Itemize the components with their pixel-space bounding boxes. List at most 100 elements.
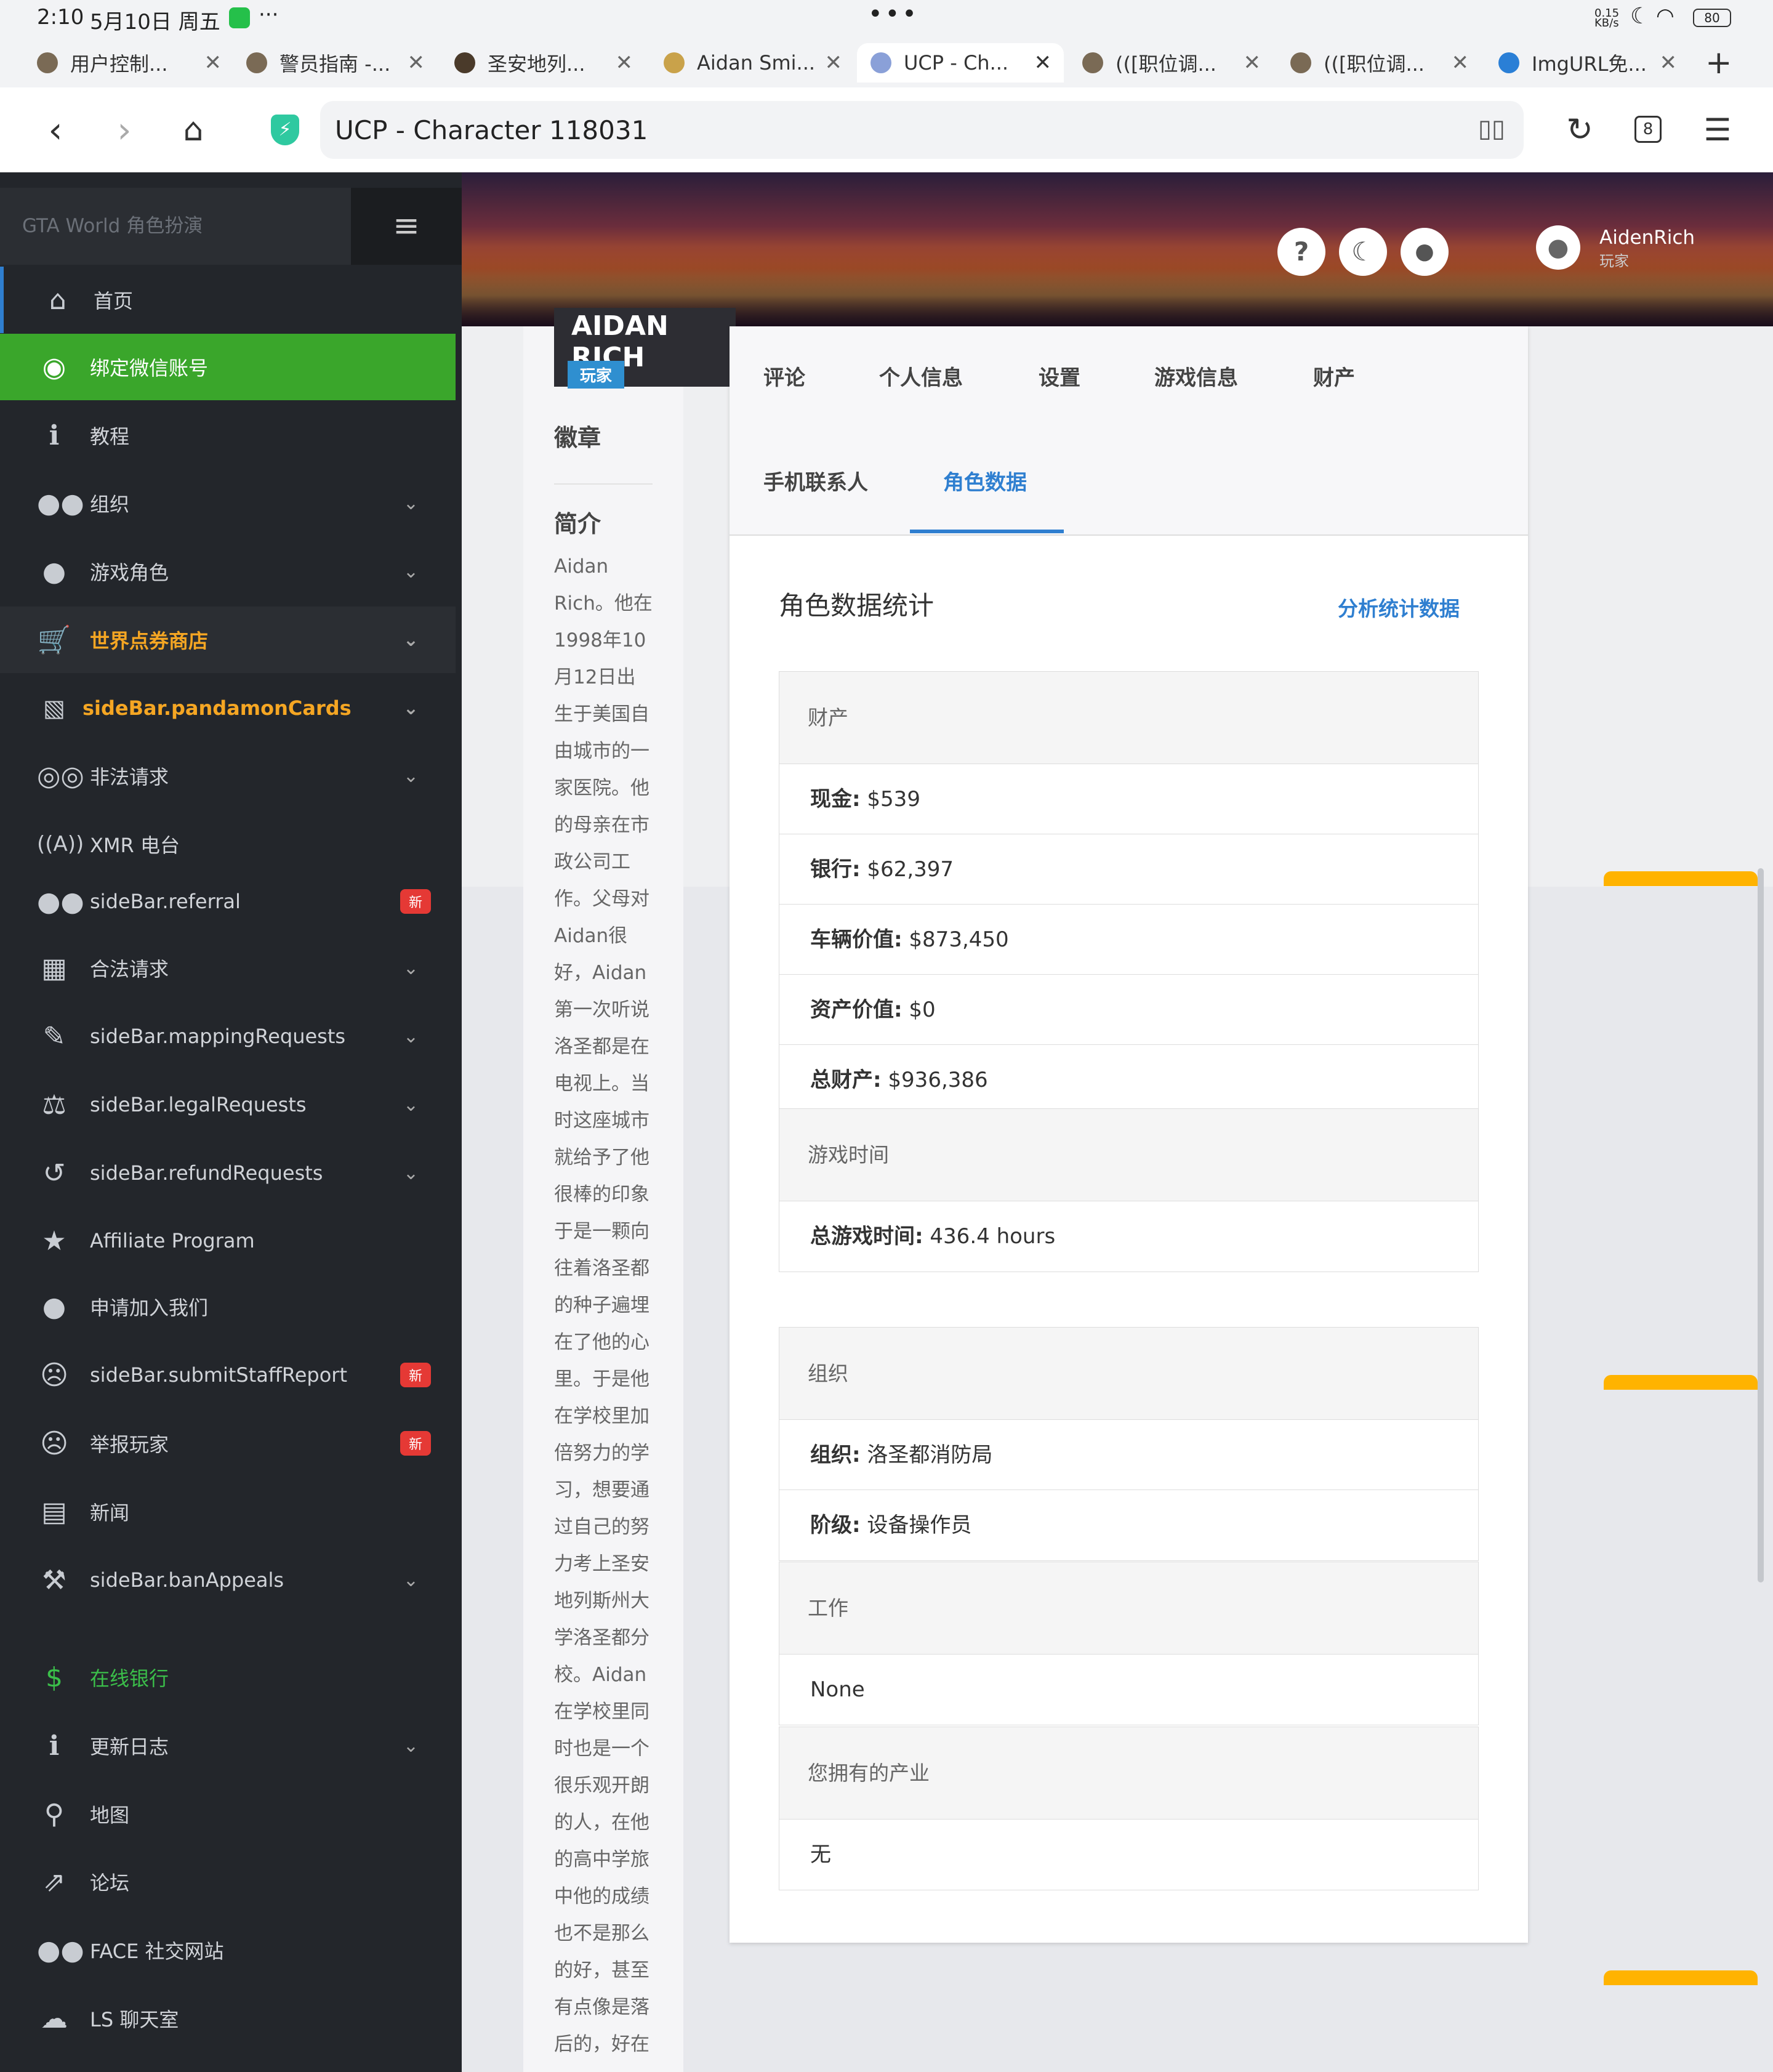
browser-tab[interactable]: 警员指南 -... ✕	[246, 43, 425, 83]
sidebar-item-report-player[interactable]: ☹ 举报玩家新	[0, 1410, 456, 1477]
sidebar-item-affiliate[interactable]: ★ Affiliate Program	[0, 1207, 456, 1274]
rank-row: 阶级: 设备操作员	[810, 1513, 972, 1538]
mask-icon: ◎◎	[37, 760, 84, 792]
close-tab-icon[interactable]: ✕	[408, 50, 425, 75]
hamburger-menu-icon[interactable]: ≡	[351, 188, 462, 265]
reader-mode-icon[interactable]: ▯▯	[1478, 115, 1505, 143]
menu-icon[interactable]: ☰	[1693, 110, 1742, 150]
brand-title[interactable]: GTA World 角色扮演	[0, 188, 351, 265]
site-favicon-icon	[246, 52, 267, 73]
close-tab-icon[interactable]: ✕	[616, 50, 633, 75]
bio-line: 很乐观开朗	[554, 1775, 649, 1797]
close-tab-icon[interactable]: ✕	[1452, 50, 1469, 75]
sidebar-item-pandamon-cards[interactable]: ▧ sideBar.pandamonCards ⌄	[0, 675, 456, 741]
url-text: UCP - Character 118031	[335, 115, 648, 145]
sidebar-item-legal-requests-2[interactable]: ⚖ sideBar.legalRequests ⌄	[0, 1071, 456, 1138]
tab-comments[interactable]: 评论	[763, 361, 805, 391]
tab-personal-info[interactable]: 个人信息	[879, 361, 963, 391]
bank-row: 银行: $62,397	[779, 834, 1478, 905]
browser-tab[interactable]: 圣安地列... ✕	[454, 43, 633, 83]
moon-icon: ☾	[1630, 4, 1650, 29]
url-field[interactable]: UCP - Character 118031 ▯▯	[320, 101, 1524, 159]
panel-organization: 组织 组织: 洛圣都消防局 阶级: 设备操作员	[779, 1327, 1479, 1561]
close-tab-icon[interactable]: ✕	[825, 50, 843, 75]
panel-job: 工作 None	[779, 1562, 1479, 1725]
multitask-dots-icon[interactable]: •••	[868, 0, 919, 28]
sidebar-item-news[interactable]: ▤ 新闻	[0, 1478, 456, 1545]
sidebar-item-ls-chat[interactable]: ☁ LS 聊天室	[0, 1985, 456, 2052]
sidebar-item-mapping-requests[interactable]: ✎ sideBar.mappingRequests ⌄	[0, 1003, 456, 1070]
tab-character-data[interactable]: 角色数据	[943, 466, 1027, 496]
shield-icon[interactable]: ⚡	[271, 115, 299, 145]
new-tab-icon[interactable]: +	[1705, 43, 1742, 83]
bio-line: 学洛圣都分	[554, 1627, 649, 1649]
notification-bell-icon[interactable]: ●	[1401, 228, 1449, 276]
close-tab-icon[interactable]: ✕	[1244, 50, 1261, 75]
browser-tab[interactable]: ImgURL免... ✕	[1498, 43, 1677, 83]
sidebar-item-refund-requests[interactable]: ↺ sideBar.refundRequests ⌄	[0, 1140, 456, 1206]
browser-tab[interactable]: Aidan Smi... ✕	[664, 43, 842, 83]
tab-phone-contacts[interactable]: 手机联系人	[763, 466, 868, 496]
bio-line: 里。于是他	[554, 1368, 649, 1390]
close-tab-icon[interactable]: ✕	[1660, 50, 1678, 75]
asset-value-row: 资产价值: $0	[779, 975, 1478, 1045]
sidebar-item-illegal-requests[interactable]: ◎◎ 非法请求 ⌄	[0, 743, 456, 809]
chevron-down-icon: ⌄	[403, 957, 419, 979]
sidebar-item-tutorial[interactable]: ℹ 教程	[0, 402, 456, 469]
chevron-down-icon: ⌄	[403, 1162, 419, 1184]
analyze-stats-link[interactable]: 分析统计数据	[1338, 592, 1460, 622]
close-tab-icon[interactable]: ✕	[204, 50, 222, 75]
browser-tab[interactable]: (([职位调... ✕	[1082, 43, 1261, 83]
sidebar-item-shop[interactable]: 🛒 世界点券商店 ⌄	[0, 607, 456, 673]
browser-toolbar: ‹ › ⌂ ⚡ UCP - Character 118031 ▯▯ ↻ 8 ☰	[0, 87, 1773, 172]
sidebar-item-map[interactable]: ⚲ 地图	[0, 1781, 456, 1847]
total-wealth-row: 总财产: $936,386	[810, 1068, 988, 1092]
help-icon[interactable]: ?	[1277, 228, 1325, 276]
bio-line: 第一次听说	[554, 999, 649, 1021]
tab-game-info[interactable]: 游戏信息	[1154, 361, 1238, 391]
brush-icon: ✎	[42, 1020, 66, 1052]
bio-line: 的人，在他	[554, 1812, 649, 1834]
bio-line: 后的，好在	[554, 2033, 649, 2055]
sidebar-item-changelog[interactable]: ℹ 更新日志 ⌄	[0, 1712, 456, 1779]
sidebar-item-face-social[interactable]: ●● FACE 社交网站	[0, 1917, 456, 1983]
sidebar-item-organization[interactable]: ●● 组织 ⌄	[0, 470, 456, 536]
browser-tab-active[interactable]: UCP - Ch... ✕	[857, 43, 1064, 83]
sidebar-item-bind-wechat[interactable]: ◉ 绑定微信账号	[0, 334, 456, 400]
sidebar-item-legal-requests[interactable]: ▦ 合法请求 ⌄	[0, 935, 456, 1001]
floating-tab-marker[interactable]	[1604, 871, 1758, 886]
browser-tab[interactable]: (([职位调... ✕	[1290, 43, 1469, 83]
back-icon[interactable]: ‹	[31, 110, 80, 150]
sidebar-item-join-us[interactable]: ● 申请加入我们	[0, 1273, 456, 1340]
bio-line: 由城市的一	[554, 740, 649, 762]
sidebar-item-forum[interactable]: ⇗ 论坛	[0, 1848, 456, 1915]
bio-line: Rich。他在	[554, 592, 653, 615]
tab-property[interactable]: 财产	[1313, 361, 1355, 391]
bio-line: Aidan	[554, 555, 609, 578]
sidebar-item-characters[interactable]: ● 游戏角色 ⌄	[0, 538, 456, 605]
browser-tab[interactable]: 用户控制... ✕	[37, 43, 222, 83]
sidebar-item-home[interactable]: ⌂ 首页	[0, 267, 456, 333]
bio-text: Aidan Rich。他在 1998年10 月12日出 生于美国自 由城市的一 家医院。他的…	[554, 548, 659, 2063]
tab-settings[interactable]: 设置	[1039, 361, 1080, 391]
floating-tab-marker[interactable]	[1604, 1970, 1758, 1985]
header-username[interactable]: AidenRich	[1599, 227, 1695, 249]
home-icon[interactable]: ⌂	[169, 110, 218, 150]
sidebar-item-staff-report[interactable]: ☹ sideBar.submitStaffReport 新	[0, 1342, 456, 1408]
floating-tab-marker[interactable]	[1604, 1375, 1758, 1390]
dark-mode-icon[interactable]: ☾	[1339, 228, 1387, 276]
scrollbar[interactable]	[1758, 868, 1764, 1582]
bio-line: 好，Aidan	[554, 962, 647, 984]
sidebar-item-xmr-radio[interactable]: ((A)) XMR 电台	[0, 811, 456, 877]
reload-icon[interactable]: ↻	[1555, 110, 1604, 150]
bio-line: 校。Aidan	[554, 1664, 647, 1686]
forward-icon[interactable]: ›	[100, 110, 149, 150]
sidebar-item-ban-appeals[interactable]: ⚒ sideBar.banAppeals ⌄	[0, 1547, 456, 1613]
close-tab-icon[interactable]: ✕	[1034, 50, 1052, 75]
chevron-down-icon: ⌄	[403, 629, 419, 651]
avatar[interactable]: ●	[1536, 225, 1580, 270]
sidebar-item-referral[interactable]: ●● sideBar.referral 新	[0, 868, 456, 935]
panel-title: 工作	[779, 1562, 1478, 1655]
tab-count-button[interactable]: 8	[1634, 116, 1662, 143]
sidebar-item-online-bank[interactable]: $ 在线银行	[0, 1644, 456, 1711]
